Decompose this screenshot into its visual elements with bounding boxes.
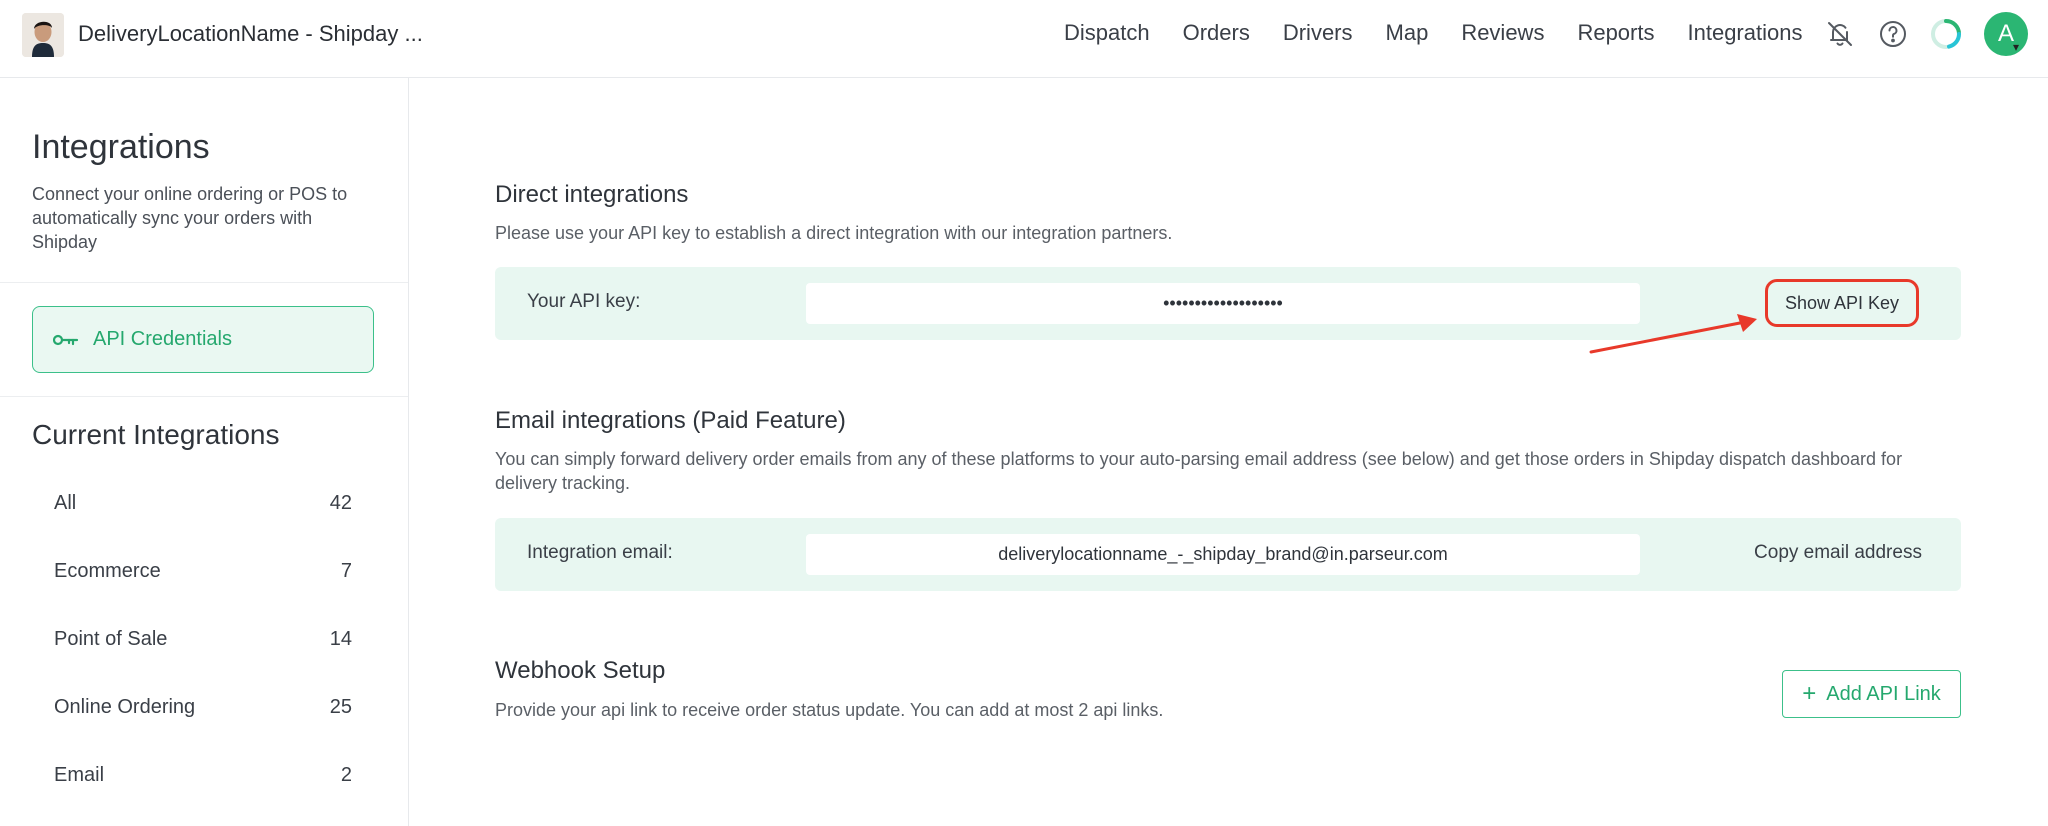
category-point-of-sale[interactable]: Point of Sale 14 xyxy=(54,628,352,651)
show-api-key-button[interactable]: Show API Key xyxy=(1765,279,1919,327)
category-online-ordering[interactable]: Online Ordering 25 xyxy=(54,696,352,719)
direct-integrations-description: Please use your API key to establish a d… xyxy=(495,223,1173,243)
category-label: Email xyxy=(54,764,105,786)
divider xyxy=(0,282,408,283)
email-integrations-description: You can simply forward delivery order em… xyxy=(495,449,1903,493)
key-icon xyxy=(53,334,79,345)
category-all[interactable]: All 42 xyxy=(54,492,352,515)
add-api-link-button[interactable]: + Add API Link xyxy=(1782,670,1961,718)
category-label: All xyxy=(54,492,77,514)
webhook-setup-description: Provide your api link to receive order s… xyxy=(495,700,1164,720)
email-integrations-title: Email integrations (Paid Feature) xyxy=(495,407,846,434)
category-email[interactable]: Email 2 xyxy=(54,764,352,787)
api-credentials-button[interactable]: API Credentials xyxy=(32,306,374,373)
category-count: 14 xyxy=(329,628,352,650)
integration-email-field[interactable]: deliverylocationname_-_shipday_brand@in.… xyxy=(806,534,1640,575)
category-count: 25 xyxy=(329,696,352,718)
nav-reviews[interactable]: Reviews xyxy=(1461,20,1544,46)
api-key-label: Your API key: xyxy=(527,291,641,312)
nav-integrations[interactable]: Integrations xyxy=(1688,20,1803,46)
nav-orders[interactable]: Orders xyxy=(1183,20,1250,46)
user-avatar[interactable]: A xyxy=(1984,12,2028,56)
category-count: 2 xyxy=(340,764,352,786)
email-panel: Integration email: deliverylocationname_… xyxy=(495,518,1961,591)
category-ecommerce[interactable]: Ecommerce 7 xyxy=(54,560,352,583)
add-api-link-label: Add API Link xyxy=(1826,682,1941,705)
category-label: Online Ordering xyxy=(54,696,196,718)
page-title: Integrations xyxy=(32,128,210,166)
plus-icon: + xyxy=(1802,680,1817,707)
loading-ring-icon xyxy=(1928,16,1964,52)
nav-map[interactable]: Map xyxy=(1386,20,1429,46)
integration-email-label: Integration email: xyxy=(527,542,673,563)
category-count: 7 xyxy=(340,560,352,582)
bell-off-icon[interactable] xyxy=(1822,16,1858,52)
nav-reports[interactable]: Reports xyxy=(1577,20,1654,46)
direct-integrations-title: Direct integrations xyxy=(495,181,689,208)
question-circle-icon[interactable] xyxy=(1875,16,1911,52)
category-label: Point of Sale xyxy=(54,628,168,650)
top-bar: DeliveryLocationName - Shipday ... Dispa… xyxy=(0,0,2048,78)
nav-drivers[interactable]: Drivers xyxy=(1283,20,1353,46)
chevron-down-icon[interactable]: ▾ xyxy=(2013,40,2019,54)
api-key-field[interactable]: ••••••••••••••••••• xyxy=(806,283,1640,324)
webhook-setup-title: Webhook Setup xyxy=(495,657,666,684)
sidebar: Integrations Connect your online orderin… xyxy=(0,78,409,826)
profile-photo[interactable] xyxy=(22,13,64,57)
category-count: 42 xyxy=(329,492,352,514)
copy-email-button[interactable]: Copy email address xyxy=(1733,542,1943,564)
category-label: Ecommerce xyxy=(54,560,161,582)
api-credentials-label: API Credentials xyxy=(93,328,232,350)
sidebar-description: Connect your online ordering or POS to a… xyxy=(32,184,348,252)
divider xyxy=(0,396,408,397)
main-nav: Dispatch Orders Drivers Map Reviews Repo… xyxy=(1064,20,1802,46)
annotation-arrow xyxy=(1589,314,1757,354)
current-integrations-title: Current Integrations xyxy=(32,419,280,450)
nav-dispatch[interactable]: Dispatch xyxy=(1064,20,1150,46)
brand-name[interactable]: DeliveryLocationName - Shipday ... xyxy=(78,21,423,47)
